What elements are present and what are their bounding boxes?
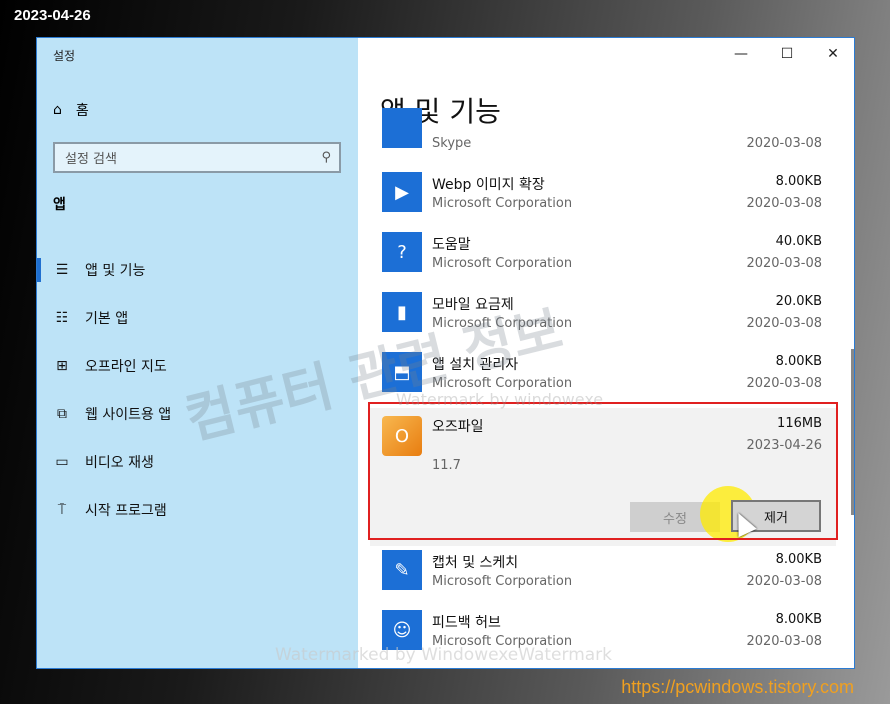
app-version: 11.7 — [432, 458, 461, 473]
app-size: 8.00KB — [775, 174, 822, 189]
home-link[interactable]: ⌂ 홈 — [53, 100, 89, 120]
home-label: 홈 — [75, 103, 89, 119]
list-item[interactable]: ? 도움말 Microsoft Corporation 40.0KB 2020-… — [382, 228, 822, 288]
sidebar-item-web-apps[interactable]: ⧉ 웹 사이트용 앱 — [37, 390, 358, 438]
app-size: 40.0KB — [775, 234, 822, 249]
app-date: 2023-04-26 — [746, 438, 822, 453]
app-name: 오즈파일 — [432, 419, 484, 435]
app-publisher: Microsoft Corporation — [432, 376, 573, 391]
list-item[interactable]: ✎ 캡처 및 스케치 Microsoft Corporation 8.00KB … — [382, 546, 822, 606]
window-title: 설정 — [53, 49, 76, 63]
maximize-button[interactable]: ☐ — [764, 38, 810, 70]
app-size: 8.00KB — [775, 354, 822, 369]
date-stamp: 2023-04-26 — [14, 7, 91, 24]
section-label: 앱 — [53, 197, 66, 213]
sidebar: 설정 ⌂ 홈 설정 검색 ⚲ 앱 ☰ 앱 및 기능 ☷ 기본 앱 ⊞ 오프라인 … — [37, 38, 358, 668]
app-name: 피드백 허브 — [432, 615, 501, 631]
sidebar-item-label: 기본 앱 — [85, 311, 129, 327]
app-publisher: Microsoft Corporation — [432, 196, 573, 211]
app-date: 2020-03-08 — [746, 316, 822, 331]
home-icon: ⌂ — [53, 102, 62, 118]
webp-app-icon: ▶ — [382, 172, 422, 212]
window-controls: — ☐ ✕ — [718, 38, 854, 70]
app-publisher: Microsoft Corporation — [432, 256, 573, 271]
selected-list-item[interactable]: O 오즈파일 116MB 2023-04-26 11.7 수정 제거 — [370, 408, 836, 546]
sidebar-item-apps-features[interactable]: ☰ 앱 및 기능 — [37, 246, 358, 294]
search-placeholder: 설정 검색 — [65, 152, 117, 167]
snip-sketch-app-icon: ✎ — [382, 550, 422, 590]
app-size: 20.0KB — [775, 294, 822, 309]
app-name: 앱 설치 관리자 — [432, 357, 519, 373]
app-publisher: Microsoft Corporation — [432, 574, 573, 589]
sidebar-item-label: 웹 사이트용 앱 — [85, 407, 172, 423]
search-input[interactable]: 설정 검색 ⚲ — [53, 142, 341, 173]
app-list: Skype 2020-03-08 ▶ Webp 이미지 확장 Microsoft… — [370, 108, 836, 666]
app-name: Webp 이미지 확장 — [432, 177, 545, 193]
app-name: 모바일 요금제 — [432, 297, 514, 313]
sidebar-nav: ☰ 앱 및 기능 ☷ 기본 앱 ⊞ 오프라인 지도 ⧉ 웹 사이트용 앱 ▭ 비… — [37, 246, 358, 534]
app-name: 캡처 및 스케치 — [432, 555, 519, 571]
scrollbar[interactable] — [851, 349, 854, 515]
app-date: 2020-03-08 — [746, 136, 822, 151]
close-button[interactable]: ✕ — [810, 38, 854, 70]
video-icon: ▭ — [55, 454, 69, 470]
settings-window: 설정 ⌂ 홈 설정 검색 ⚲ 앱 ☰ 앱 및 기능 ☷ 기본 앱 ⊞ 오프라인 … — [36, 37, 855, 669]
list-item[interactable]: ▮ 모바일 요금제 Microsoft Corporation 20.0KB 2… — [382, 288, 822, 348]
sidebar-item-video[interactable]: ▭ 비디오 재생 — [37, 438, 358, 486]
list-item[interactable]: Skype 2020-03-08 — [382, 108, 822, 168]
app-publisher: Microsoft Corporation — [432, 634, 573, 649]
map-icon: ⊞ — [56, 358, 68, 374]
list-item[interactable]: ▶ Webp 이미지 확장 Microsoft Corporation 8.00… — [382, 168, 822, 228]
app-size: 116MB — [777, 416, 822, 431]
app-date: 2020-03-08 — [746, 376, 822, 391]
list-item[interactable]: ⬒ 앱 설치 관리자 Microsoft Corporation 8.00KB … — [382, 348, 822, 408]
sidebar-item-label: 앱 및 기능 — [85, 263, 146, 279]
app-date: 2020-03-08 — [746, 574, 822, 589]
app-installer-icon: ⬒ — [382, 352, 422, 392]
app-name: 도움말 — [432, 237, 471, 253]
minimize-button[interactable]: — — [718, 38, 764, 70]
default-apps-icon: ☷ — [55, 310, 69, 326]
sidebar-item-offline-maps[interactable]: ⊞ 오프라인 지도 — [37, 342, 358, 390]
ozfile-app-icon: O — [382, 416, 422, 456]
sidebar-item-label: 오프라인 지도 — [85, 359, 167, 375]
list-item[interactable]: ☺ 피드백 허브 Microsoft Corporation 8.00KB 20… — [382, 606, 822, 666]
help-app-icon: ? — [382, 232, 422, 272]
sidebar-item-startup[interactable]: ⍑ 시작 프로그램 — [37, 486, 358, 534]
app-publisher: Microsoft Corporation — [432, 316, 573, 331]
sidebar-item-label: 비디오 재생 — [85, 455, 154, 471]
app-date: 2020-03-08 — [746, 634, 822, 649]
list-icon: ☰ — [55, 262, 69, 278]
app-size: 8.00KB — [775, 552, 822, 567]
feedback-hub-app-icon: ☺ — [382, 610, 422, 650]
web-app-icon: ⧉ — [57, 406, 67, 422]
startup-icon: ⍑ — [57, 502, 67, 518]
sidebar-item-label: 시작 프로그램 — [85, 503, 167, 519]
sidebar-item-default-apps[interactable]: ☷ 기본 앱 — [37, 294, 358, 342]
app-date: 2020-03-08 — [746, 256, 822, 271]
skype-app-icon — [382, 108, 422, 148]
app-name: Skype — [432, 136, 472, 151]
app-date: 2020-03-08 — [746, 196, 822, 211]
app-size: 8.00KB — [775, 612, 822, 627]
main-content: — ☐ ✕ 앱 및 기능 Skype 2020-03-08 ▶ Webp 이미지… — [358, 38, 854, 668]
site-url: https://pcwindows.tistory.com — [621, 677, 854, 697]
mobile-plans-app-icon: ▮ — [382, 292, 422, 332]
search-icon: ⚲ — [321, 150, 331, 165]
